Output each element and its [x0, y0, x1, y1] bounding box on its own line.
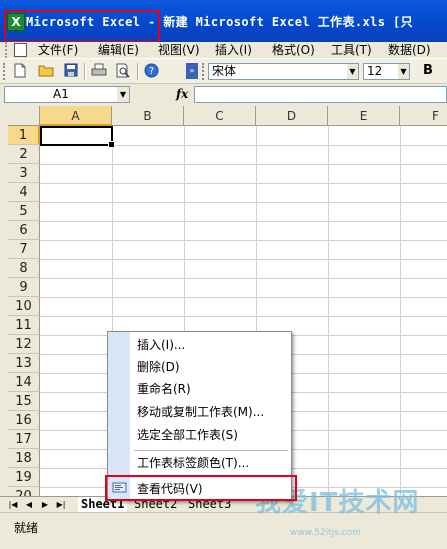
- row-header-3[interactable]: 3: [8, 164, 40, 183]
- grid-line: [40, 221, 447, 222]
- svg-text:?: ?: [148, 66, 153, 77]
- column-header-f[interactable]: F: [400, 106, 447, 126]
- row-header-2[interactable]: 2: [8, 145, 40, 164]
- status-text: 就绪: [14, 521, 39, 535]
- row-header-7[interactable]: 7: [8, 240, 40, 259]
- menu-edit[interactable]: 编辑(E): [98, 42, 139, 58]
- row-header-17[interactable]: 17: [8, 430, 40, 449]
- grid-line: [40, 297, 447, 298]
- font-size-select[interactable]: 12 ▼: [363, 63, 410, 80]
- grid-line: [40, 316, 447, 317]
- bold-button[interactable]: B: [420, 63, 436, 79]
- row-header-5[interactable]: 5: [8, 202, 40, 221]
- row-header-13[interactable]: 13: [8, 354, 40, 373]
- row-header-4[interactable]: 4: [8, 183, 40, 202]
- watermark-url: www.52itjs.com: [290, 528, 361, 538]
- save-icon[interactable]: [63, 63, 79, 79]
- formula-input[interactable]: [194, 86, 447, 103]
- menu-view[interactable]: 视图(V): [158, 42, 200, 58]
- row-header-11[interactable]: 11: [8, 316, 40, 335]
- toolbar-grip: [202, 63, 207, 80]
- grid-line: [40, 278, 447, 279]
- grid-line: [40, 183, 447, 184]
- grid-line: [40, 240, 447, 241]
- column-header-b[interactable]: B: [112, 106, 184, 126]
- print-preview-icon[interactable]: [115, 63, 131, 79]
- toolbar-options-chevron-icon[interactable]: »: [186, 63, 198, 79]
- row-header-16[interactable]: 16: [8, 411, 40, 430]
- row-header-14[interactable]: 14: [8, 373, 40, 392]
- grid-line: [40, 202, 447, 203]
- fill-handle[interactable]: [108, 141, 115, 148]
- insert-function-button[interactable]: fx: [176, 87, 188, 101]
- font-name-value: 宋体: [212, 64, 237, 78]
- last-sheet-icon[interactable]: ▶|: [54, 498, 68, 512]
- row-header-9[interactable]: 9: [8, 278, 40, 297]
- row-header-10[interactable]: 10: [8, 297, 40, 316]
- menu-data[interactable]: 数据(D): [388, 42, 431, 58]
- menu-item-delete[interactable]: 删除(D): [130, 356, 290, 378]
- menu-item-tab-color[interactable]: 工作表标签颜色(T)...: [130, 452, 290, 474]
- row-header-19[interactable]: 19: [8, 468, 40, 487]
- annotation-highlight-view-code: [105, 475, 297, 501]
- row-header-8[interactable]: 8: [8, 259, 40, 278]
- menu-item-select-all-sheets[interactable]: 选定全部工作表(S): [130, 424, 290, 446]
- column-header-d[interactable]: D: [256, 106, 328, 126]
- help-icon[interactable]: ?: [143, 63, 159, 79]
- toolbar-separator: [84, 63, 86, 80]
- menu-file[interactable]: 文件(F): [38, 42, 78, 58]
- new-document-icon[interactable]: [12, 63, 28, 79]
- row-header-15[interactable]: 15: [8, 392, 40, 411]
- first-sheet-icon[interactable]: |◀: [6, 498, 20, 512]
- menu-format[interactable]: 格式(O): [272, 42, 315, 58]
- chevron-down-icon[interactable]: ▼: [347, 64, 358, 79]
- menu-item-rename[interactable]: 重命名(R): [130, 378, 290, 400]
- row-header-20[interactable]: 20: [8, 487, 40, 496]
- open-folder-icon[interactable]: [38, 63, 54, 79]
- grid-line: [400, 126, 401, 496]
- menu-tools[interactable]: 工具(T): [331, 42, 372, 58]
- active-cell-a1[interactable]: [40, 126, 115, 148]
- grid-line: [40, 259, 447, 260]
- annotation-highlight-title: [4, 10, 160, 43]
- row-header-6[interactable]: 6: [8, 221, 40, 240]
- column-header-c[interactable]: C: [184, 106, 256, 126]
- chevron-down-icon[interactable]: ▼: [398, 64, 409, 79]
- grid-line: [328, 126, 329, 496]
- row-header-1[interactable]: 1: [8, 126, 40, 145]
- menu-bar: 文件(F) 编辑(E) 视图(V) 插入(I) 格式(O) 工具(T) 数据(D…: [0, 42, 447, 58]
- workbook-icon[interactable]: [14, 43, 27, 57]
- select-all-corner[interactable]: [8, 106, 40, 126]
- font-name-select[interactable]: 宋体 ▼: [208, 63, 359, 80]
- print-icon[interactable]: [91, 63, 107, 79]
- next-sheet-icon[interactable]: ▶: [38, 498, 52, 512]
- menu-item-move-copy[interactable]: 移动或复制工作表(M)...: [130, 401, 290, 423]
- grid-line: [40, 164, 447, 165]
- font-size-value: 12: [367, 64, 383, 78]
- name-box[interactable]: A1 ▼: [4, 86, 130, 103]
- row-header-12[interactable]: 12: [8, 335, 40, 354]
- column-header-a[interactable]: A: [40, 106, 112, 126]
- menu-separator: [134, 450, 288, 451]
- column-header-e[interactable]: E: [328, 106, 400, 126]
- formula-bar: A1 ▼ fx: [0, 84, 447, 106]
- standard-toolbar: ? » 宋体 ▼ 12 ▼ B: [0, 58, 447, 84]
- chevron-down-icon[interactable]: ▼: [117, 87, 129, 102]
- prev-sheet-icon[interactable]: ◀: [22, 498, 36, 512]
- row-header-18[interactable]: 18: [8, 449, 40, 468]
- toolbar-grip: [3, 63, 8, 80]
- toolbar-separator: [137, 63, 139, 80]
- menu-item-insert[interactable]: 插入(I)...: [130, 334, 290, 356]
- menu-insert[interactable]: 插入(I): [215, 42, 252, 58]
- cell-reference: A1: [53, 87, 69, 101]
